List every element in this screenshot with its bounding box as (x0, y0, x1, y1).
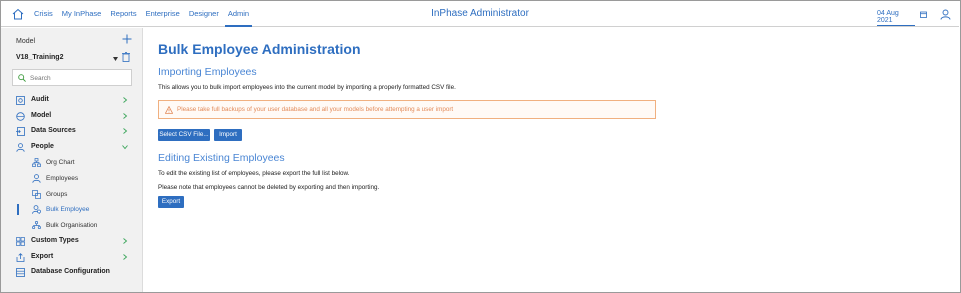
top-bar: Crisis My InPhase Reports Enterprise Des… (1, 1, 959, 27)
sidebar-item-org-chart[interactable]: Org Chart (1, 155, 142, 170)
sidebar-item-label: Export (31, 253, 54, 260)
chevron-right-icon (123, 238, 128, 244)
sidebar-item-label: Org Chart (46, 159, 75, 166)
sidebar-item-label: Custom Types (31, 237, 79, 244)
app-title: InPhase Administrator (431, 8, 529, 19)
groups-icon (32, 190, 41, 199)
search-input[interactable] (30, 72, 125, 84)
sidebar-item-database-configuration[interactable]: Database Configuration (1, 265, 142, 280)
export-button[interactable]: Export (158, 196, 184, 208)
sidebar-item-audit[interactable]: Audit (1, 93, 142, 108)
trash-icon[interactable] (122, 52, 130, 62)
warning-banner: Please take full backups of your user da… (158, 100, 656, 119)
database-icon (16, 268, 25, 277)
org-chart-icon (32, 158, 41, 167)
chevron-down-icon (122, 145, 128, 150)
sidebar-item-label: Groups (46, 191, 68, 198)
user-icon[interactable] (940, 9, 951, 20)
sidebar-item-people[interactable]: People (1, 140, 142, 155)
selection-indicator (17, 204, 19, 215)
sidebar-item-label: Bulk Employee (46, 206, 90, 213)
data-sources-icon (16, 127, 25, 136)
chevron-down-icon[interactable] (113, 57, 118, 61)
sidebar-item-model[interactable]: Model (1, 109, 142, 124)
edit-description: To edit the existing list of employees, … (158, 170, 350, 177)
person-icon (32, 174, 41, 183)
warning-icon (165, 106, 173, 114)
sidebar-item-bulk-organisation[interactable]: Bulk Organisation (1, 218, 142, 233)
sidebar-item-data-sources[interactable]: Data Sources (1, 124, 142, 139)
chevron-right-icon (123, 254, 128, 260)
sidebar-item-bulk-employee[interactable]: Bulk Employee (1, 202, 142, 217)
calendar-icon[interactable] (920, 11, 927, 18)
date-field[interactable]: 04 Aug 2021 (877, 10, 915, 26)
custom-types-icon (16, 237, 25, 246)
sidebar-item-custom-types[interactable]: Custom Types (1, 234, 142, 249)
import-button[interactable]: Import (214, 129, 242, 141)
import-description: This allows you to bulk import employees… (158, 84, 456, 91)
add-model-icon[interactable] (122, 34, 132, 44)
chevron-right-icon (123, 113, 128, 119)
sidebar: Model V18_Training2 Audit Model (1, 28, 143, 292)
bulk-organisation-icon (32, 221, 41, 230)
delete-note: Please note that employees cannot be del… (158, 184, 380, 191)
sidebar-item-label: Data Sources (31, 127, 76, 134)
sidebar-item-label: Employees (46, 175, 79, 182)
sidebar-item-employees[interactable]: Employees (1, 171, 142, 186)
main-content: Bulk Employee Administration Importing E… (144, 28, 959, 292)
model-select[interactable]: V18_Training2 (16, 54, 63, 61)
sidebar-item-groups[interactable]: Groups (1, 187, 142, 202)
warning-text: Please take full backups of your user da… (177, 106, 454, 113)
chevron-right-icon (123, 128, 128, 134)
model-label: Model (16, 38, 36, 45)
sidebar-item-export[interactable]: Export (1, 250, 142, 265)
export-icon (16, 253, 25, 262)
sidebar-item-label: Audit (31, 96, 49, 103)
chevron-right-icon (123, 97, 128, 103)
bulk-employee-icon (32, 205, 41, 214)
select-csv-button[interactable]: Select CSV File... (158, 129, 210, 141)
audit-icon (16, 96, 25, 105)
model-icon (16, 112, 25, 121)
edit-heading: Editing Existing Employees (158, 152, 285, 164)
sidebar-item-label: Bulk Organisation (46, 222, 98, 229)
sidebar-item-label: People (31, 143, 54, 150)
sidebar-item-label: Database Configuration (31, 268, 110, 275)
search-box (12, 69, 132, 86)
import-heading: Importing Employees (158, 66, 257, 78)
person-icon (16, 143, 25, 152)
search-icon (18, 74, 26, 82)
sidebar-item-label: Model (31, 112, 52, 119)
page-title: Bulk Employee Administration (158, 41, 361, 57)
